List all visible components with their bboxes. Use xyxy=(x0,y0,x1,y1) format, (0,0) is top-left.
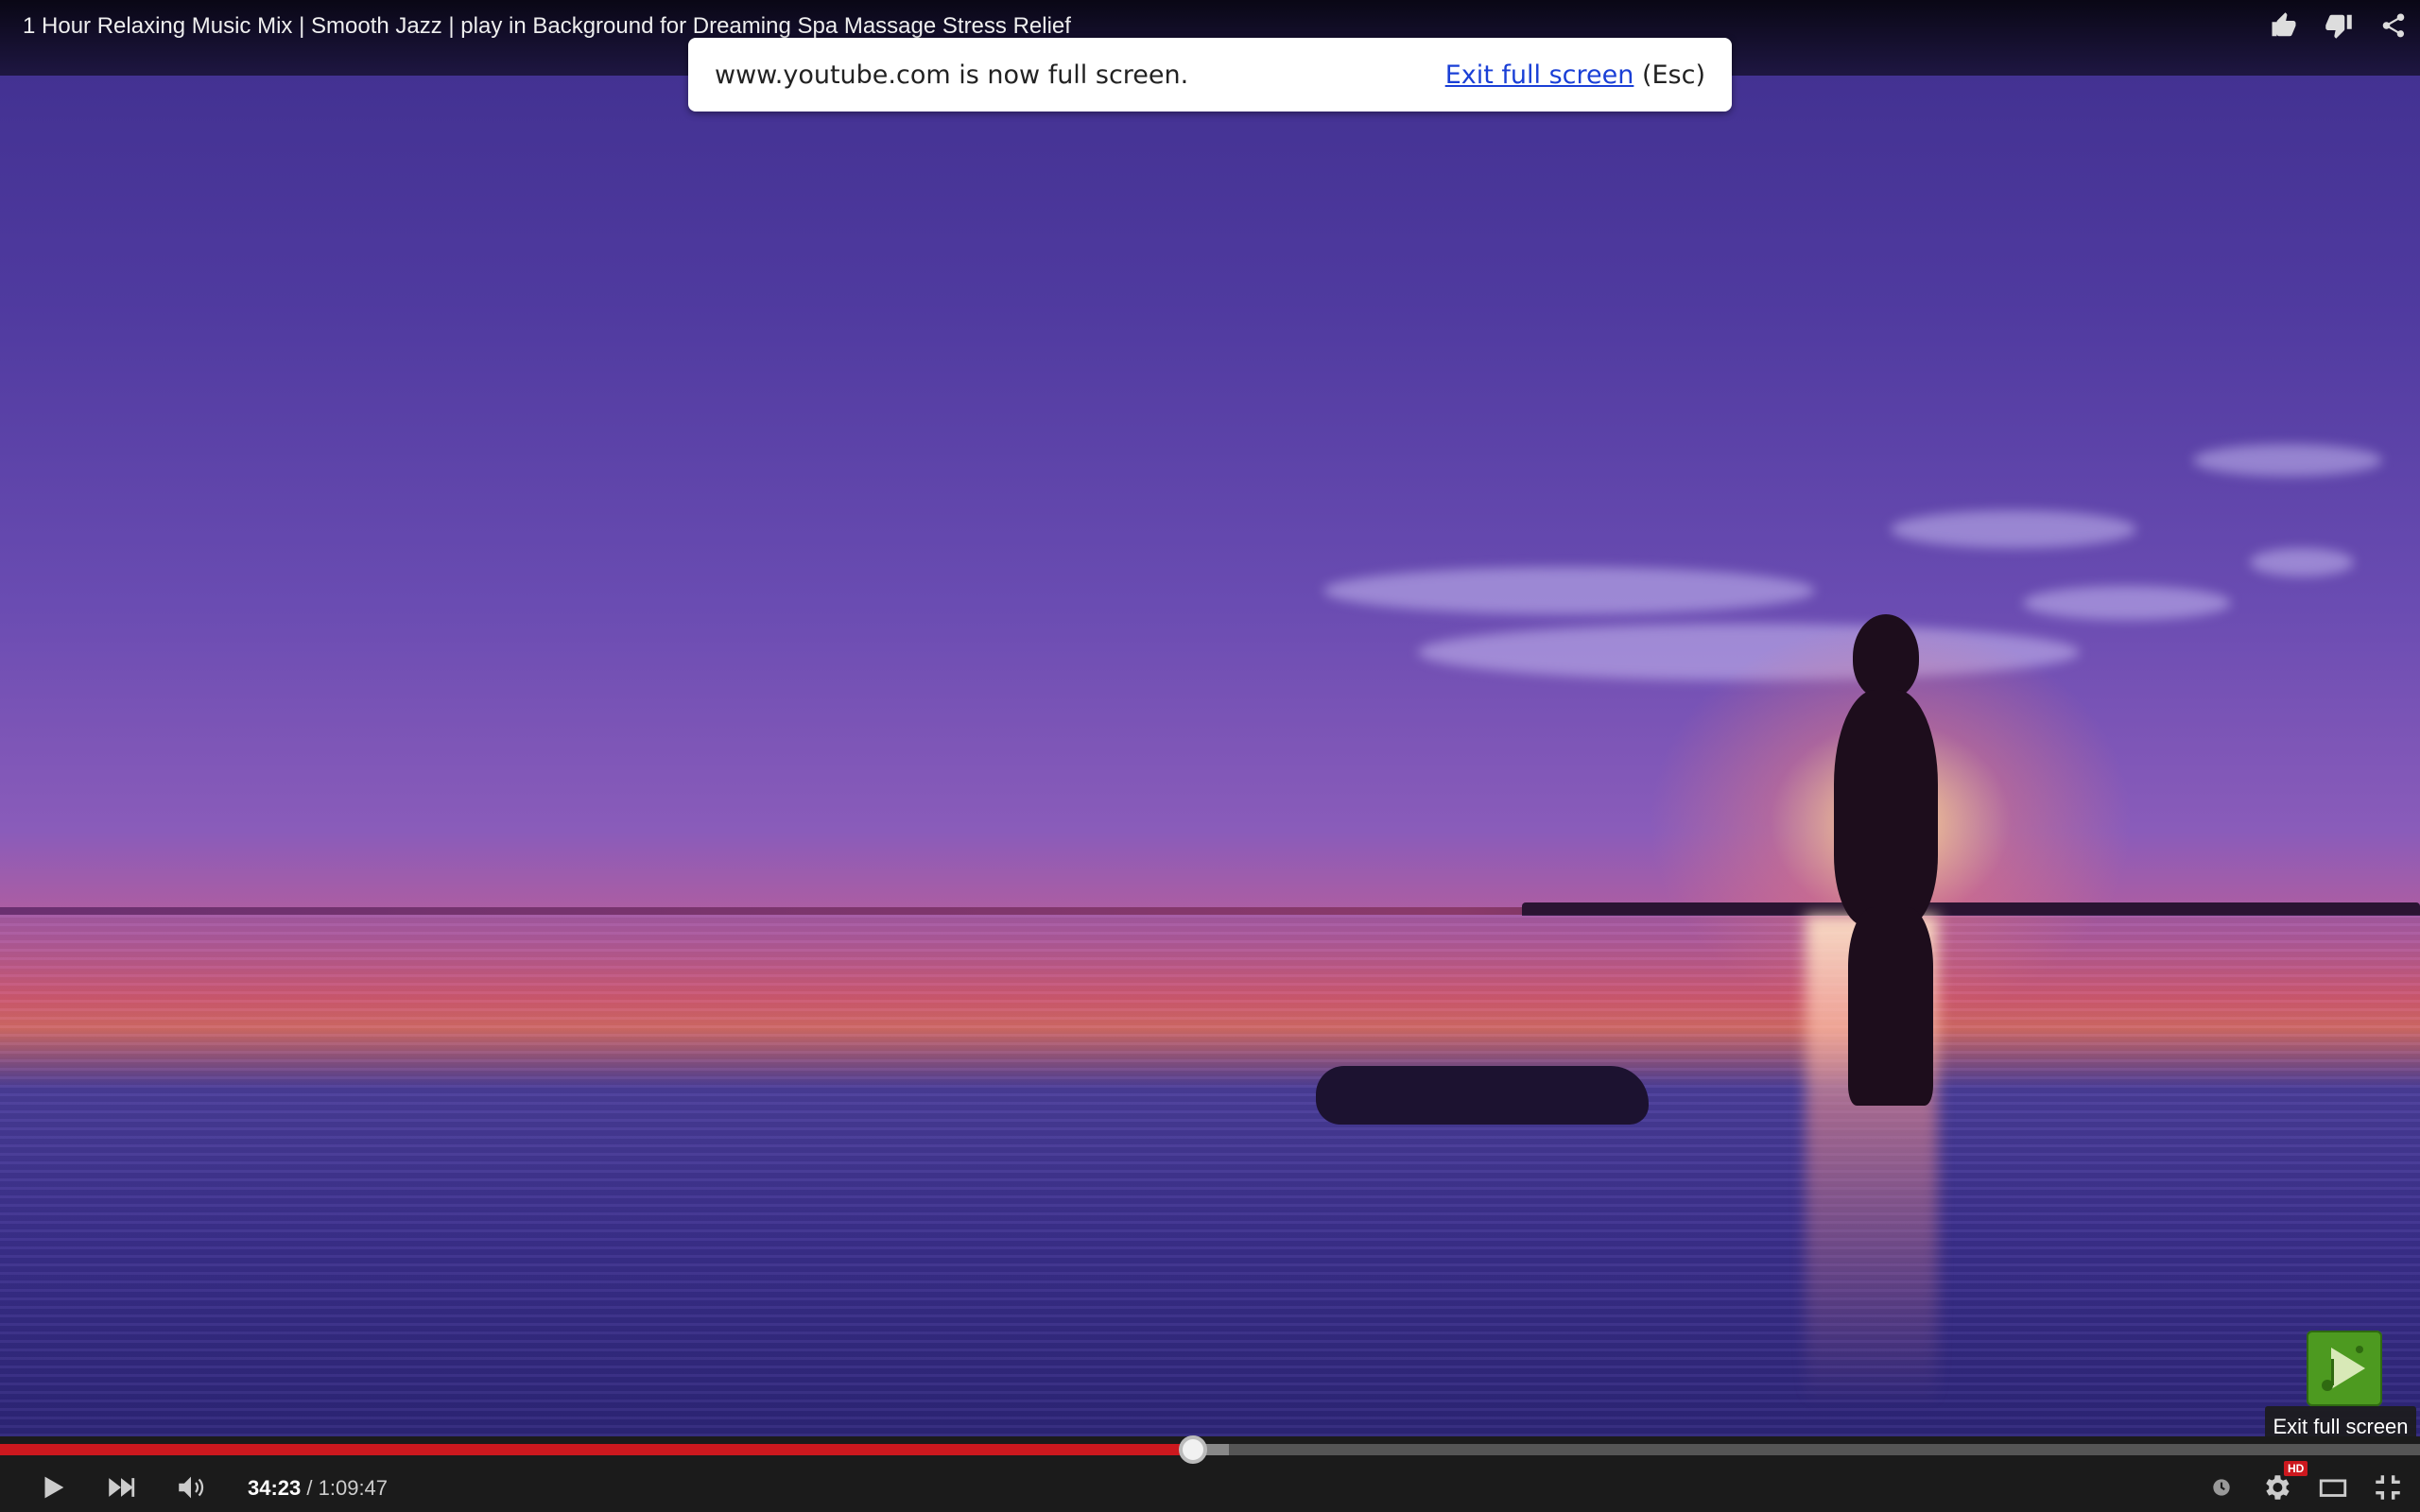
driftwood-log xyxy=(1316,1066,1649,1125)
player-controls: 34:23 / 1:09:47 HD xyxy=(0,1435,2420,1512)
cloud xyxy=(2023,586,2231,620)
fullscreen-notice: www.youtube.com is now full screen. Exit… xyxy=(688,38,1732,112)
esc-shortcut-hint: (Esc) xyxy=(1641,60,1705,90)
cloud xyxy=(1891,510,2136,548)
silhouette-legs xyxy=(1848,907,1933,1106)
channel-watermark-logo[interactable] xyxy=(2307,1331,2382,1406)
exit-full-screen-link[interactable]: Exit full screen xyxy=(1445,60,1634,90)
cloud xyxy=(1323,567,1815,614)
duration: 1:09:47 xyxy=(318,1476,389,1500)
scrubber-handle[interactable] xyxy=(1178,1435,1207,1464)
watch-later-button[interactable] xyxy=(2203,1469,2240,1506)
progress-bar[interactable] xyxy=(0,1435,2420,1464)
time-separator: / xyxy=(301,1476,319,1500)
play-music-logo-icon xyxy=(2322,1346,2365,1391)
time-display: 34:23 / 1:09:47 xyxy=(248,1476,388,1501)
silhouette-body xyxy=(1834,690,1938,926)
fullscreen-exit-wrap: Exit full screen (Esc) xyxy=(1445,60,1705,90)
share-icon[interactable] xyxy=(2378,11,2409,42)
thumbs-down-icon[interactable] xyxy=(2324,11,2354,42)
next-button[interactable] xyxy=(102,1469,140,1506)
clock-icon xyxy=(2213,1479,2230,1496)
silhouette-head xyxy=(1853,614,1919,699)
volume-button[interactable] xyxy=(172,1469,210,1506)
next-icon xyxy=(109,1478,135,1497)
theater-mode-icon xyxy=(2319,1479,2347,1497)
current-time: 34:23 xyxy=(248,1476,302,1500)
exit-fullscreen-button[interactable] xyxy=(2369,1469,2407,1506)
video-frame[interactable] xyxy=(0,0,2420,1512)
video-title[interactable]: 1 Hour Relaxing Music Mix | Smooth Jazz … xyxy=(23,13,1071,40)
progress-played xyxy=(0,1444,1193,1455)
exit-fullscreen-icon xyxy=(2376,1475,2400,1500)
play-button[interactable] xyxy=(34,1469,72,1506)
cloud xyxy=(2250,548,2354,576)
fullscreen-message: www.youtube.com is now full screen. xyxy=(715,60,1189,90)
water xyxy=(0,915,2420,1444)
volume-icon xyxy=(179,1476,204,1499)
shoreline xyxy=(1522,902,2420,916)
gear-icon xyxy=(2266,1475,2290,1500)
cloud xyxy=(2193,444,2382,476)
play-icon xyxy=(44,1476,64,1499)
theater-mode-button[interactable] xyxy=(2314,1469,2352,1506)
top-actions xyxy=(2269,11,2409,42)
hd-badge: HD xyxy=(2284,1461,2308,1476)
thumbs-up-icon[interactable] xyxy=(2269,11,2299,42)
